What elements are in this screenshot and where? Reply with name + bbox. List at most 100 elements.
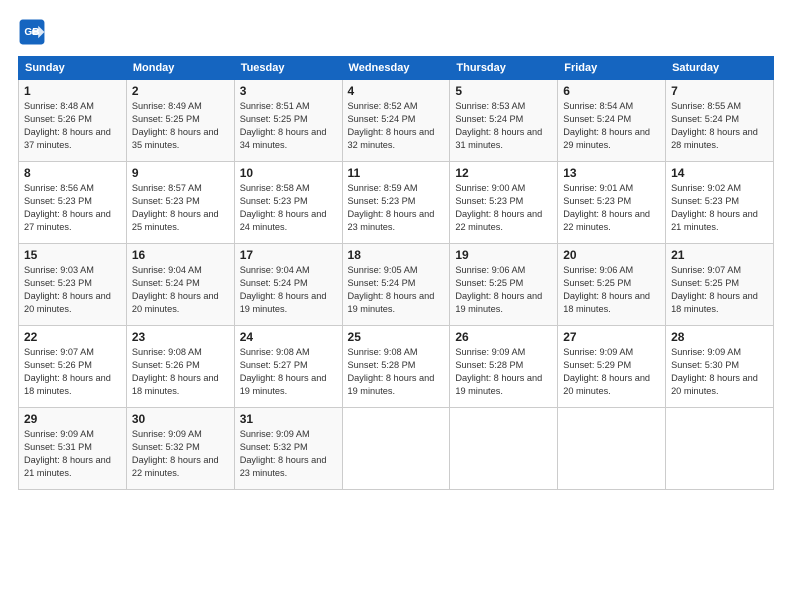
calendar-cell: 1 Sunrise: 8:48 AMSunset: 5:26 PMDaylight… bbox=[19, 80, 127, 162]
calendar-cell: 30 Sunrise: 9:09 AMSunset: 5:32 PMDayligh… bbox=[126, 408, 234, 490]
day-info: Sunrise: 9:09 AMSunset: 5:29 PMDaylight:… bbox=[563, 346, 660, 398]
day-number: 16 bbox=[132, 248, 229, 262]
calendar-cell: 27 Sunrise: 9:09 AMSunset: 5:29 PMDayligh… bbox=[558, 326, 666, 408]
day-info: Sunrise: 9:00 AMSunset: 5:23 PMDaylight:… bbox=[455, 182, 552, 234]
day-number: 2 bbox=[132, 84, 229, 98]
day-info: Sunrise: 9:08 AMSunset: 5:28 PMDaylight:… bbox=[348, 346, 445, 398]
day-info: Sunrise: 9:08 AMSunset: 5:27 PMDaylight:… bbox=[240, 346, 337, 398]
day-number: 9 bbox=[132, 166, 229, 180]
day-number: 27 bbox=[563, 330, 660, 344]
calendar-cell bbox=[450, 408, 558, 490]
calendar-cell: 17 Sunrise: 9:04 AMSunset: 5:24 PMDayligh… bbox=[234, 244, 342, 326]
calendar-week: 15 Sunrise: 9:03 AMSunset: 5:23 PMDayligh… bbox=[19, 244, 774, 326]
calendar-cell: 3 Sunrise: 8:51 AMSunset: 5:25 PMDaylight… bbox=[234, 80, 342, 162]
day-info: Sunrise: 9:08 AMSunset: 5:26 PMDaylight:… bbox=[132, 346, 229, 398]
day-info: Sunrise: 8:54 AMSunset: 5:24 PMDaylight:… bbox=[563, 100, 660, 152]
calendar-cell bbox=[666, 408, 774, 490]
calendar-cell: 23 Sunrise: 9:08 AMSunset: 5:26 PMDayligh… bbox=[126, 326, 234, 408]
day-number: 25 bbox=[348, 330, 445, 344]
calendar-cell: 12 Sunrise: 9:00 AMSunset: 5:23 PMDayligh… bbox=[450, 162, 558, 244]
logo-icon: GB bbox=[18, 18, 46, 46]
day-number: 30 bbox=[132, 412, 229, 426]
calendar-cell: 15 Sunrise: 9:03 AMSunset: 5:23 PMDayligh… bbox=[19, 244, 127, 326]
day-number: 3 bbox=[240, 84, 337, 98]
calendar-cell: 28 Sunrise: 9:09 AMSunset: 5:30 PMDayligh… bbox=[666, 326, 774, 408]
day-number: 21 bbox=[671, 248, 768, 262]
day-number: 18 bbox=[348, 248, 445, 262]
calendar-cell: 2 Sunrise: 8:49 AMSunset: 5:25 PMDaylight… bbox=[126, 80, 234, 162]
day-info: Sunrise: 8:48 AMSunset: 5:26 PMDaylight:… bbox=[24, 100, 121, 152]
weekday-header: Tuesday bbox=[234, 57, 342, 80]
day-info: Sunrise: 9:03 AMSunset: 5:23 PMDaylight:… bbox=[24, 264, 121, 316]
day-number: 4 bbox=[348, 84, 445, 98]
day-number: 17 bbox=[240, 248, 337, 262]
calendar-week: 1 Sunrise: 8:48 AMSunset: 5:26 PMDaylight… bbox=[19, 80, 774, 162]
day-number: 13 bbox=[563, 166, 660, 180]
day-number: 20 bbox=[563, 248, 660, 262]
weekday-header: Sunday bbox=[19, 57, 127, 80]
page: GB SundayMondayTuesdayWednesdayThursdayF… bbox=[0, 0, 792, 612]
day-info: Sunrise: 9:09 AMSunset: 5:30 PMDaylight:… bbox=[671, 346, 768, 398]
day-number: 19 bbox=[455, 248, 552, 262]
day-info: Sunrise: 8:56 AMSunset: 5:23 PMDaylight:… bbox=[24, 182, 121, 234]
day-number: 1 bbox=[24, 84, 121, 98]
day-info: Sunrise: 9:06 AMSunset: 5:25 PMDaylight:… bbox=[455, 264, 552, 316]
day-info: Sunrise: 9:09 AMSunset: 5:32 PMDaylight:… bbox=[240, 428, 337, 480]
day-info: Sunrise: 9:07 AMSunset: 5:25 PMDaylight:… bbox=[671, 264, 768, 316]
calendar-cell: 29Sunrise: 9:09 AMSunset: 5:31 PMDayligh… bbox=[19, 408, 127, 490]
day-number: 11 bbox=[348, 166, 445, 180]
day-number: 14 bbox=[671, 166, 768, 180]
weekday-header: Thursday bbox=[450, 57, 558, 80]
calendar-cell: 4 Sunrise: 8:52 AMSunset: 5:24 PMDaylight… bbox=[342, 80, 450, 162]
day-info: Sunrise: 8:59 AMSunset: 5:23 PMDaylight:… bbox=[348, 182, 445, 234]
day-info: Sunrise: 8:57 AMSunset: 5:23 PMDaylight:… bbox=[132, 182, 229, 234]
day-info: Sunrise: 9:01 AMSunset: 5:23 PMDaylight:… bbox=[563, 182, 660, 234]
calendar-week: 8Sunrise: 8:56 AMSunset: 5:23 PMDaylight… bbox=[19, 162, 774, 244]
calendar-cell: 21 Sunrise: 9:07 AMSunset: 5:25 PMDayligh… bbox=[666, 244, 774, 326]
day-number: 24 bbox=[240, 330, 337, 344]
weekday-row: SundayMondayTuesdayWednesdayThursdayFrid… bbox=[19, 57, 774, 80]
day-number: 7 bbox=[671, 84, 768, 98]
day-number: 15 bbox=[24, 248, 121, 262]
calendar-week: 29Sunrise: 9:09 AMSunset: 5:31 PMDayligh… bbox=[19, 408, 774, 490]
calendar-week: 22 Sunrise: 9:07 AMSunset: 5:26 PMDayligh… bbox=[19, 326, 774, 408]
day-info: Sunrise: 8:53 AMSunset: 5:24 PMDaylight:… bbox=[455, 100, 552, 152]
day-number: 22 bbox=[24, 330, 121, 344]
day-info: Sunrise: 9:04 AMSunset: 5:24 PMDaylight:… bbox=[240, 264, 337, 316]
calendar-cell: 14Sunrise: 9:02 AMSunset: 5:23 PMDayligh… bbox=[666, 162, 774, 244]
day-info: Sunrise: 9:09 AMSunset: 5:28 PMDaylight:… bbox=[455, 346, 552, 398]
calendar-cell: 5 Sunrise: 8:53 AMSunset: 5:24 PMDaylight… bbox=[450, 80, 558, 162]
day-info: Sunrise: 9:06 AMSunset: 5:25 PMDaylight:… bbox=[563, 264, 660, 316]
calendar-cell: 11 Sunrise: 8:59 AMSunset: 5:23 PMDayligh… bbox=[342, 162, 450, 244]
calendar-cell: 24 Sunrise: 9:08 AMSunset: 5:27 PMDayligh… bbox=[234, 326, 342, 408]
day-info: Sunrise: 8:55 AMSunset: 5:24 PMDaylight:… bbox=[671, 100, 768, 152]
day-info: Sunrise: 9:04 AMSunset: 5:24 PMDaylight:… bbox=[132, 264, 229, 316]
calendar-cell: 22 Sunrise: 9:07 AMSunset: 5:26 PMDayligh… bbox=[19, 326, 127, 408]
day-info: Sunrise: 8:51 AMSunset: 5:25 PMDaylight:… bbox=[240, 100, 337, 152]
calendar-cell: 13 Sunrise: 9:01 AMSunset: 5:23 PMDayligh… bbox=[558, 162, 666, 244]
day-info: Sunrise: 8:49 AMSunset: 5:25 PMDaylight:… bbox=[132, 100, 229, 152]
calendar-body: 1 Sunrise: 8:48 AMSunset: 5:26 PMDaylight… bbox=[19, 80, 774, 490]
calendar-cell: 10Sunrise: 8:58 AMSunset: 5:23 PMDayligh… bbox=[234, 162, 342, 244]
day-info: Sunrise: 8:52 AMSunset: 5:24 PMDaylight:… bbox=[348, 100, 445, 152]
day-info: Sunrise: 8:58 AMSunset: 5:23 PMDaylight:… bbox=[240, 182, 337, 234]
day-info: Sunrise: 9:05 AMSunset: 5:24 PMDaylight:… bbox=[348, 264, 445, 316]
calendar-cell: 19 Sunrise: 9:06 AMSunset: 5:25 PMDayligh… bbox=[450, 244, 558, 326]
calendar-cell: 16 Sunrise: 9:04 AMSunset: 5:24 PMDayligh… bbox=[126, 244, 234, 326]
weekday-header: Saturday bbox=[666, 57, 774, 80]
weekday-header: Monday bbox=[126, 57, 234, 80]
day-info: Sunrise: 9:09 AMSunset: 5:31 PMDaylight:… bbox=[24, 428, 121, 480]
day-number: 28 bbox=[671, 330, 768, 344]
calendar-cell: 25 Sunrise: 9:08 AMSunset: 5:28 PMDayligh… bbox=[342, 326, 450, 408]
day-number: 31 bbox=[240, 412, 337, 426]
calendar-cell: 20 Sunrise: 9:06 AMSunset: 5:25 PMDayligh… bbox=[558, 244, 666, 326]
day-info: Sunrise: 9:07 AMSunset: 5:26 PMDaylight:… bbox=[24, 346, 121, 398]
calendar-cell bbox=[342, 408, 450, 490]
day-number: 12 bbox=[455, 166, 552, 180]
calendar-header: SundayMondayTuesdayWednesdayThursdayFrid… bbox=[19, 57, 774, 80]
day-number: 5 bbox=[455, 84, 552, 98]
day-number: 6 bbox=[563, 84, 660, 98]
calendar-cell: 18 Sunrise: 9:05 AMSunset: 5:24 PMDayligh… bbox=[342, 244, 450, 326]
day-info: Sunrise: 9:09 AMSunset: 5:32 PMDaylight:… bbox=[132, 428, 229, 480]
day-number: 23 bbox=[132, 330, 229, 344]
